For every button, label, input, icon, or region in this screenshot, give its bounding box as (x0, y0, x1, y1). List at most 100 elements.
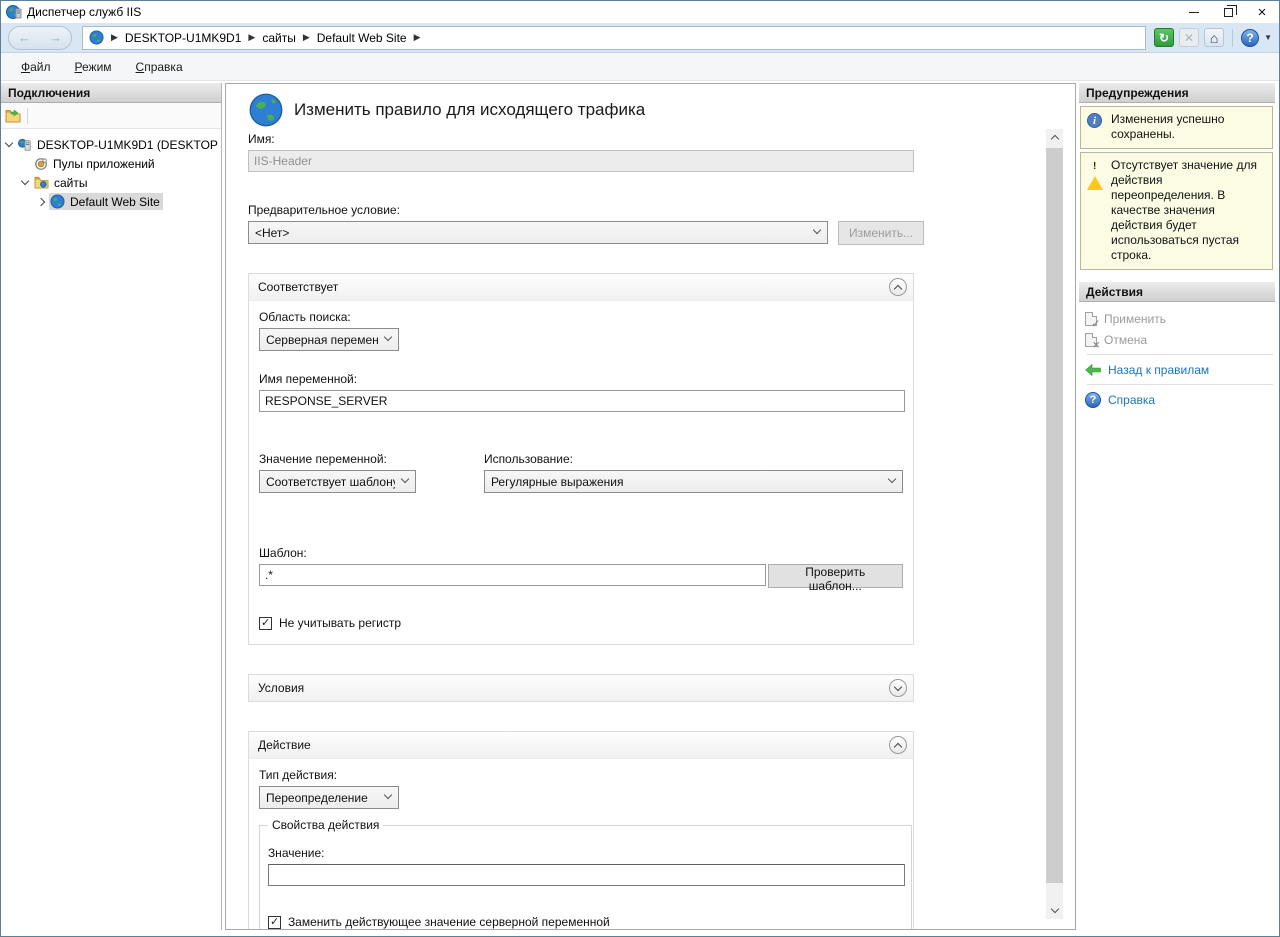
action-properties-group: Свойства действия Значение: Заменить дей… (259, 825, 912, 930)
cancel-icon (1085, 333, 1097, 347)
alert-warning-text: Отсутствует значение для действия переоп… (1111, 158, 1268, 263)
sites-folder-icon (34, 176, 49, 189)
scroll-up-button[interactable] (1046, 129, 1063, 146)
alerts-header: Предупреждения (1079, 83, 1275, 103)
restore-button[interactable] (1211, 1, 1245, 23)
action-section-header[interactable]: Действие (249, 732, 913, 758)
website-globe-icon (50, 194, 65, 209)
variable-value-select[interactable]: Соответствует шаблону (259, 470, 416, 493)
test-pattern-button[interactable]: Проверить шаблон... (768, 564, 903, 588)
action-section: Действие Тип действия: Переопределение С… (248, 731, 914, 930)
expander-icon[interactable] (33, 199, 49, 205)
action-type-select[interactable]: Переопределение (259, 786, 399, 809)
window-title: Диспетчер служб IIS (27, 5, 1177, 19)
toolbar-divider (27, 108, 28, 124)
ignore-case-checkbox[interactable] (259, 617, 272, 630)
restore-icon (1224, 8, 1233, 17)
expander-icon[interactable] (1, 143, 17, 146)
title-bar: Диспетчер служб IIS × (1, 1, 1279, 23)
precondition-select[interactable]: <Нет> (248, 221, 828, 244)
menu-bar: Файл Режим Справка (1, 53, 1279, 81)
back-button[interactable]: ← (18, 31, 31, 44)
connections-panel: Подключения DESKTOP-U1MK9D1 (DESKTOP (1, 83, 222, 930)
actions-header: Действия (1079, 282, 1275, 302)
site-globe-icon (89, 30, 104, 45)
variable-value-label: Значение переменной: (259, 452, 484, 466)
scroll-down-button[interactable] (1046, 902, 1063, 919)
tree-item-app-pools[interactable]: Пулы приложений (1, 154, 221, 173)
collapse-button[interactable] (889, 736, 907, 754)
apply-action: Применить (1085, 308, 1275, 329)
help-button[interactable]: ? (1241, 29, 1259, 47)
toolbar-divider (1232, 29, 1233, 47)
scrollbar-thumb[interactable] (1046, 148, 1063, 883)
tree-item-server[interactable]: DESKTOP-U1MK9D1 (DESKTOP (1, 135, 221, 154)
edit-outbound-rule-page: Изменить правило для исходящего трафика … (225, 83, 1076, 930)
expand-button[interactable] (889, 679, 907, 697)
close-button[interactable]: × (1245, 1, 1279, 23)
workspace: Подключения DESKTOP-U1MK9D1 (DESKTOP (1, 81, 1279, 936)
name-label: Имя: (248, 132, 1035, 146)
refresh-button[interactable]: ↻ (1154, 28, 1174, 47)
chevron-down-icon (1050, 905, 1058, 913)
page-globe-icon (248, 92, 284, 128)
tree-item-label: DESKTOP-U1MK9D1 (DESKTOP (37, 138, 218, 152)
tree-item-default-web-site[interactable]: Default Web Site (1, 192, 221, 211)
conditions-section: Условия (248, 674, 914, 702)
precondition-label: Предварительное условие: (248, 203, 1035, 217)
action-value-input[interactable] (268, 864, 905, 886)
change-precondition-button: Изменить... (838, 221, 924, 245)
stop-button: ✕ (1179, 28, 1199, 47)
info-icon: i (1087, 113, 1102, 128)
home-button[interactable]: ⌂ (1204, 28, 1224, 47)
menu-view[interactable]: Режим (65, 56, 122, 78)
crumb-separator-icon: ▶ (414, 32, 421, 43)
connections-tree: DESKTOP-U1MK9D1 (DESKTOP Пулы приложений (1, 129, 221, 211)
variable-name-input[interactable] (259, 390, 905, 412)
back-arrow-icon (1085, 364, 1101, 376)
actions-list: Применить Отмена Назад к правилам ? Спра… (1079, 302, 1275, 410)
chevron-up-icon (894, 284, 902, 292)
pattern-input[interactable] (259, 564, 766, 586)
variable-name-label: Имя переменной: (259, 372, 903, 386)
usage-label: Использование: (484, 452, 903, 466)
vertical-scrollbar[interactable] (1046, 129, 1063, 919)
crumb-default-web-site[interactable]: Default Web Site (317, 31, 407, 45)
menu-help[interactable]: Справка (126, 56, 193, 78)
help-dropdown-icon[interactable]: ▼ (1264, 33, 1272, 42)
expander-icon[interactable] (17, 181, 33, 184)
minimize-button[interactable] (1177, 1, 1211, 23)
scope-select[interactable]: Серверная переменная (259, 328, 399, 351)
chevron-down-icon (888, 475, 896, 483)
chevron-down-icon (894, 682, 902, 690)
back-to-rules-link[interactable]: Назад к правилам (1085, 359, 1275, 380)
forward-button[interactable]: → (49, 31, 62, 44)
chevron-up-icon (1050, 135, 1058, 143)
apply-icon (1085, 312, 1097, 326)
collapse-button[interactable] (889, 278, 907, 296)
replace-value-checkbox[interactable] (268, 916, 281, 929)
iis-manager-window: Диспетчер служб IIS × ← → ▶ DESKTOP-U1MK… (0, 0, 1280, 937)
help-icon: ? (1085, 392, 1101, 408)
server-icon (18, 138, 32, 152)
chevron-down-icon (813, 226, 821, 234)
tree-item-sites[interactable]: сайты (1, 173, 221, 192)
help-link[interactable]: ? Справка (1085, 389, 1275, 410)
page-title: Изменить правило для исходящего трафика (294, 100, 645, 120)
action-type-label: Тип действия: (259, 768, 903, 782)
alert-info-text: Изменения успешно сохранены. (1111, 112, 1268, 142)
crumb-sites[interactable]: сайты (262, 31, 296, 45)
match-section-header[interactable]: Соответствует (249, 274, 913, 300)
close-icon: × (1258, 5, 1267, 20)
alert-warning: Отсутствует значение для действия переоп… (1080, 152, 1273, 270)
create-connection-icon[interactable] (5, 109, 21, 123)
actions-divider (1087, 354, 1273, 355)
name-input (248, 150, 914, 172)
conditions-section-header[interactable]: Условия (249, 675, 913, 701)
breadcrumb[interactable]: ▶ DESKTOP-U1MK9D1 ▶ сайты ▶ Default Web … (82, 26, 1146, 50)
connections-toolbar (1, 103, 221, 129)
replace-value-label: Заменить действующее значение серверной … (288, 915, 610, 929)
usage-select[interactable]: Регулярные выражения (484, 470, 903, 493)
crumb-server[interactable]: DESKTOP-U1MK9D1 (125, 31, 241, 45)
menu-file[interactable]: Файл (11, 56, 61, 78)
